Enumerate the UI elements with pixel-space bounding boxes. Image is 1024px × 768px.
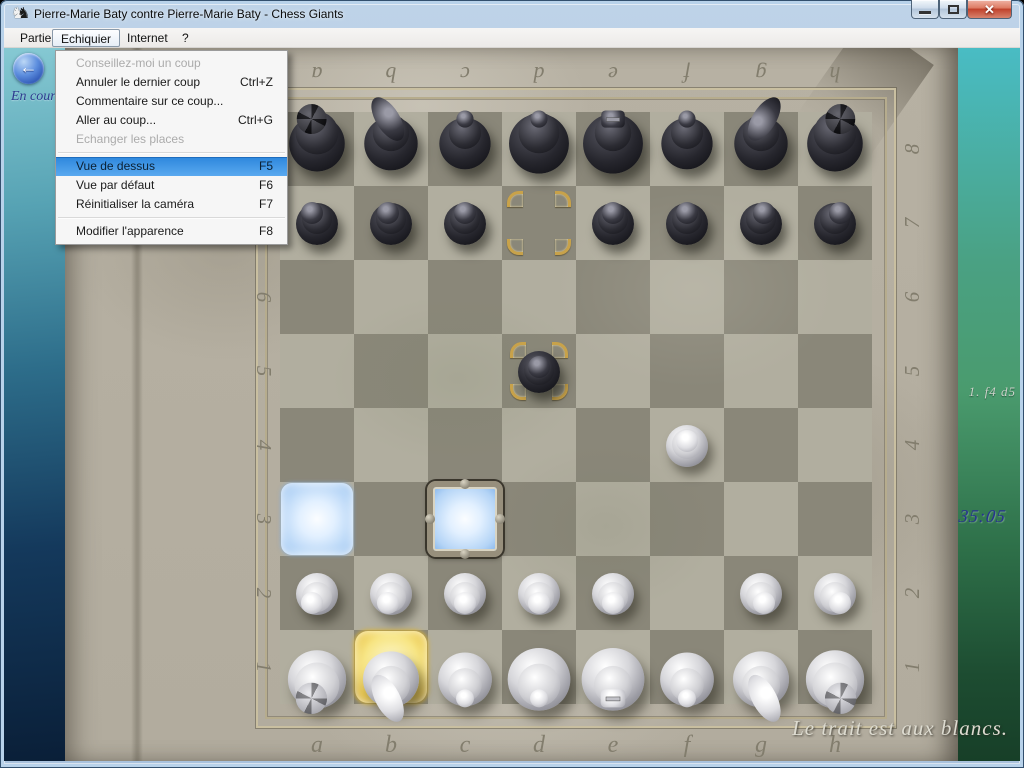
piece-black-pawn-b7[interactable]	[354, 186, 428, 260]
piece-black-pawn-e7[interactable]	[576, 186, 650, 260]
piece-white-pawn-g2[interactable]	[724, 556, 798, 630]
menubar-item-help[interactable]: ?	[174, 29, 197, 47]
piece-black-bishop-f8[interactable]	[647, 103, 726, 182]
piece-white-pawn-c2[interactable]	[428, 556, 502, 630]
menubar-item-internet[interactable]: Internet	[119, 29, 176, 47]
piece-black-pawn-g7[interactable]	[724, 186, 798, 260]
piece-black-pawn-c7[interactable]	[428, 186, 502, 260]
piece-white-pawn-h2[interactable]	[798, 556, 872, 630]
turn-status-text: Le trait est aux blancs.	[792, 716, 1008, 741]
file-label-top-c: c	[428, 60, 502, 88]
menu-item-commentaire-sur-ce-coup[interactable]: Commentaire sur ce coup...	[56, 92, 287, 111]
piece-white-pawn-b2[interactable]	[354, 556, 428, 630]
piece-white-pawn-e2[interactable]	[576, 556, 650, 630]
menubar: Partie Echiquier Internet ?	[4, 28, 1020, 48]
menu-item-vue-de-dessus[interactable]: Vue de dessusF5	[56, 157, 287, 176]
window-title: Pierre-Marie Baty contre Pierre-Marie Ba…	[34, 7, 343, 21]
file-label-bottom-c: c	[428, 730, 502, 760]
piece-black-king-e8[interactable]	[573, 103, 652, 182]
chess-board[interactable]	[280, 112, 872, 704]
piece-black-pawn-h7[interactable]	[798, 186, 872, 260]
echiquier-menu-dropdown: Conseillez-moi un coupAnnuler le dernier…	[55, 50, 288, 245]
file-label-top-d: d	[502, 60, 576, 88]
piece-white-bishop-f1[interactable]	[646, 637, 729, 720]
maximize-icon	[948, 5, 959, 14]
file-label-bottom-f: f	[650, 730, 724, 760]
piece-white-pawn-d2[interactable]	[502, 556, 576, 630]
game-clock: 35:05	[958, 506, 1008, 527]
app-knight-icon: ♞♞	[13, 5, 31, 23]
back-button[interactable]: ←	[13, 53, 44, 84]
menu-item-r-initialiser-la-cam-ra[interactable]: Réinitialiser la caméraF7	[56, 195, 287, 214]
piece-white-bishop-c1[interactable]	[424, 637, 507, 720]
piece-white-rook-h1[interactable]	[794, 637, 877, 720]
piece-black-pawn-f7[interactable]	[650, 186, 724, 260]
menu-item-echanger-les-places[interactable]: Echanger les places	[56, 130, 287, 149]
maximize-button[interactable]	[939, 0, 967, 19]
close-button[interactable]: ✕	[967, 0, 1012, 19]
piece-white-knight-g1[interactable]	[720, 637, 803, 720]
minimize-button[interactable]	[911, 0, 939, 19]
move-list: 1. f4 d5	[958, 384, 1016, 400]
menu-item-aller-au-coup[interactable]: Aller au coup...Ctrl+G	[56, 111, 287, 130]
back-arrow-icon: ←	[13, 57, 44, 78]
file-label-top-b: b	[354, 60, 428, 88]
menu-item-vue-par-d-faut[interactable]: Vue par défautF6	[56, 176, 287, 195]
minimize-icon	[919, 11, 931, 14]
file-label-top-a: a	[280, 60, 354, 88]
file-label-bottom-g: g	[724, 730, 798, 760]
piece-white-knight-b1[interactable]	[350, 637, 433, 720]
piece-black-knight-g8[interactable]	[721, 103, 800, 182]
highlight-legal-move-a3[interactable]	[281, 483, 353, 555]
menu-item-annuler-le-dernier-coup[interactable]: Annuler le dernier coupCtrl+Z	[56, 73, 287, 92]
menu-item-conseillez-moi-un-coup[interactable]: Conseillez-moi un coup	[56, 54, 287, 73]
titlebar[interactable]: ♞♞ Pierre-Marie Baty contre Pierre-Marie…	[4, 0, 1020, 28]
file-label-bottom-b: b	[354, 730, 428, 760]
piece-black-rook-a8[interactable]	[277, 103, 356, 182]
piece-black-bishop-c8[interactable]	[425, 103, 504, 182]
piece-black-queen-d8[interactable]	[499, 103, 578, 182]
piece-white-pawn-a2[interactable]	[280, 556, 354, 630]
last-move-from-marker-d7	[507, 191, 571, 255]
menubar-item-echiquier[interactable]: Echiquier	[52, 29, 120, 47]
piece-white-queen-d1[interactable]	[498, 637, 581, 720]
piece-white-king-e1[interactable]	[572, 637, 655, 720]
piece-black-pawn-a7[interactable]	[280, 186, 354, 260]
file-label-bottom-d: d	[502, 730, 576, 760]
piece-black-pawn-d5[interactable]	[502, 334, 576, 408]
file-label-bottom-e: e	[576, 730, 650, 760]
close-icon: ✕	[968, 2, 1011, 18]
file-label-top-f: f	[650, 60, 724, 88]
highlight-hovered-move-c3[interactable]	[427, 481, 503, 557]
menu-separator	[58, 217, 285, 219]
file-label-bottom-a: a	[280, 730, 354, 760]
piece-black-knight-b8[interactable]	[351, 103, 430, 182]
menu-item-modifier-l-apparence[interactable]: Modifier l'apparenceF8	[56, 222, 287, 241]
file-label-top-e: e	[576, 60, 650, 88]
menu-separator	[58, 152, 285, 154]
piece-white-rook-a1[interactable]	[276, 637, 359, 720]
app-window: ♞♞ Pierre-Marie Baty contre Pierre-Marie…	[0, 0, 1024, 768]
piece-white-pawn-f4[interactable]	[650, 408, 724, 482]
piece-black-rook-h8[interactable]	[795, 103, 874, 182]
right-panel: 1. f4 d5 35:05	[958, 48, 1020, 761]
file-label-top-g: g	[724, 60, 798, 88]
